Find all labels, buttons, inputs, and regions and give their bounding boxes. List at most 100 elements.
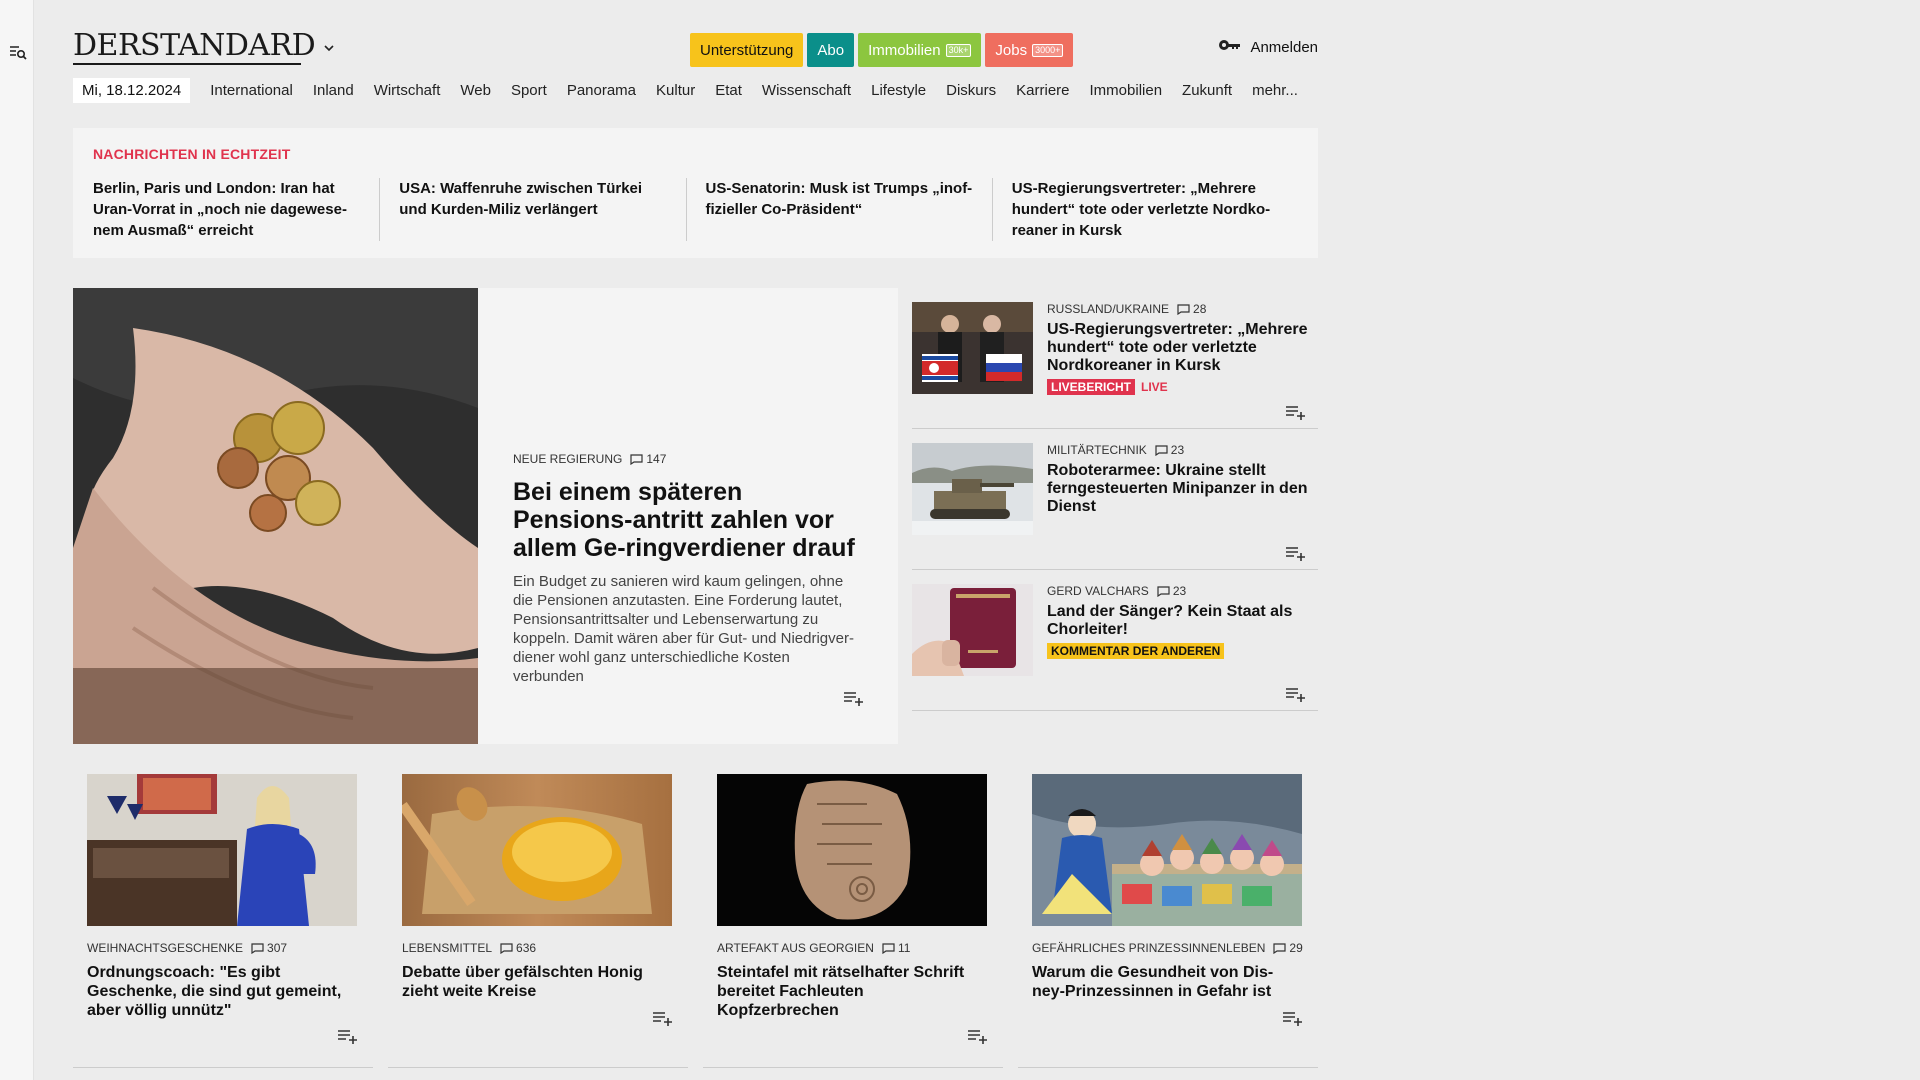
read-later-icon[interactable] (1282, 1010, 1304, 1026)
immobilien-badge: 30k+ (945, 43, 972, 57)
abo-button[interactable]: Abo (807, 33, 855, 67)
hero-teaser: Ein Budget zu sanieren wird kaum gelinge… (513, 573, 854, 685)
teaser-card[interactable]: ARTEFAKT AUS GEORGIEN 11 Steintafel mit … (703, 774, 1003, 1068)
read-later-icon[interactable] (843, 690, 865, 706)
date-pill: Mi, 18.12.2024 (73, 77, 191, 103)
kommentar-badge: KOMMENTAR DER ANDEREN (1047, 643, 1225, 659)
teaser-card[interactable]: WEIHNACHTSGESCHENKE 307 Ordnungscoach: "… (73, 774, 373, 1068)
side-article-list: RUSSLAND/UKRAINE 28 US-Regierungsvertret… (912, 288, 1318, 711)
card-kicker-label[interactable]: WEIHNACHTSGESCHENKE (87, 941, 243, 955)
menu-search-icon[interactable] (8, 42, 28, 62)
card-kicker-label[interactable]: GEFÄHRLICHES PRINZESSINNENLEBEN (1032, 941, 1265, 955)
side-text: GERD VALCHARS 23 Land der Sänger? Kein S… (1047, 584, 1317, 659)
card-kicker-label[interactable]: ARTEFAKT AUS GEORGIEN (717, 941, 874, 955)
comments-count[interactable]: 11 (882, 941, 910, 955)
card-image-ordnungscoach[interactable] (87, 774, 357, 926)
side-kicker-label[interactable]: GERD VALCHARS (1047, 584, 1149, 598)
nav-item-wirtschaft[interactable]: Wirtschaft (374, 82, 441, 99)
live-tags: LIVEBERICHT LIVE (1047, 375, 1317, 395)
teaser-row: WEIHNACHTSGESCHENKE 307 Ordnungscoach: "… (73, 774, 1318, 1068)
nav-item-mehr[interactable]: mehr... (1252, 82, 1298, 99)
nav-item-lifestyle[interactable]: Lifestyle (871, 82, 926, 99)
nav-item-diskurs[interactable]: Diskurs (946, 82, 996, 99)
card-image-stone-tablet[interactable] (717, 774, 987, 926)
card-kicker: GEFÄHRLICHES PRINZESSINNENLEBEN 29 (1032, 941, 1304, 955)
realtime-item[interactable]: US-Regierungsvertreter: „Mehrere hundert… (991, 178, 1298, 241)
nav-item-web[interactable]: Web (460, 82, 491, 99)
comments-count[interactable]: 636 (500, 941, 536, 955)
nav-item-wissenschaft[interactable]: Wissenschaft (762, 82, 851, 99)
support-button[interactable]: Unterstützung (690, 33, 804, 67)
comments-number: 23 (1170, 443, 1185, 457)
realtime-item[interactable]: Berlin, Paris und London: Iran hat Uran-… (93, 178, 379, 241)
comments-count[interactable]: 307 (251, 941, 287, 955)
comments-count[interactable]: 147 (630, 452, 666, 466)
login-button[interactable]: Anmelden (1218, 38, 1318, 56)
side-title[interactable]: Roboterarmee: Ukraine stellt ferngesteue… (1047, 462, 1317, 516)
realtime-news-box: NACHRICHTEN IN ECHTZEIT Berlin, Paris un… (73, 128, 1318, 258)
comments-count[interactable]: 28 (1177, 302, 1206, 316)
header: DERSTANDARD Unterstützung Abo Immobilien… (73, 0, 1318, 70)
hero-image-coins-hand[interactable] (73, 288, 478, 744)
read-later-icon[interactable] (967, 1028, 989, 1044)
side-kicker-label[interactable]: RUSSLAND/UKRAINE (1047, 302, 1169, 316)
side-article[interactable]: RUSSLAND/UKRAINE 28 US-Regierungsvertret… (912, 288, 1318, 429)
teaser-card[interactable]: GEFÄHRLICHES PRINZESSINNENLEBEN 29 Warum… (1018, 774, 1318, 1068)
read-later-icon[interactable] (1285, 686, 1307, 702)
jobs-label: Jobs (995, 41, 1028, 59)
card-title[interactable]: Ordnungscoach: "Es gibt Geschenke, die s… (87, 963, 359, 1020)
read-later-icon[interactable] (1285, 404, 1307, 420)
hero-title[interactable]: Bei einem späteren Pensions-antritt zahl… (513, 478, 858, 562)
side-article[interactable]: GERD VALCHARS 23 Land der Sänger? Kein S… (912, 570, 1318, 711)
nav-item-immobilien[interactable]: Immobilien (1090, 82, 1163, 99)
side-title[interactable]: Land der Sänger? Kein Staat als Chorleit… (1047, 603, 1317, 639)
chevron-down-icon[interactable] (321, 40, 337, 56)
livebericht-badge: LIVEBERICHT (1047, 379, 1136, 395)
comments-count[interactable]: 23 (1157, 584, 1186, 598)
comments-number: 307 (267, 941, 288, 955)
left-rail (0, 0, 34, 1080)
logo[interactable]: DERSTANDARD (73, 29, 316, 63)
card-title[interactable]: Steintafel mit rätselhafter Schrift bere… (717, 963, 989, 1020)
side-image-robot-tank[interactable] (912, 443, 1033, 535)
immobilien-button[interactable]: Immobilien 30k+ (858, 33, 982, 67)
card-image-honey[interactable] (402, 774, 672, 926)
comments-number: 11 (897, 941, 911, 955)
nav-item-panorama[interactable]: Panorama (567, 82, 636, 99)
jobs-button[interactable]: Jobs 3000+ (985, 33, 1074, 67)
read-later-icon[interactable] (652, 1010, 674, 1026)
nav-item-international[interactable]: International (210, 82, 293, 99)
nav-item-inland[interactable]: Inland (313, 82, 354, 99)
nav-item-kultur[interactable]: Kultur (656, 82, 695, 99)
side-image-kim-putin[interactable] (912, 302, 1033, 394)
side-article[interactable]: MILITÄRTECHNIK 23 Roboterarmee: Ukraine … (912, 429, 1318, 570)
teaser-card[interactable]: LEBENSMITTEL 636 Debatte über gefälschte… (388, 774, 688, 1068)
side-title[interactable]: US-Regierungsvertreter: „Mehrere hundert… (1047, 321, 1317, 375)
comment-icon (1273, 941, 1286, 955)
realtime-list: Berlin, Paris und London: Iran hat Uran-… (93, 178, 1298, 241)
card-image-snow-white[interactable] (1032, 774, 1302, 926)
nav-item-zukunft[interactable]: Zukunft (1182, 82, 1232, 99)
realtime-item[interactable]: US-Senatorin: Musk ist Trumps „inof-fizi… (685, 178, 992, 241)
card-title[interactable]: Debatte über gefälschten Honig zieht wei… (402, 963, 674, 1001)
logo-underline (73, 63, 301, 65)
card-kicker: ARTEFAKT AUS GEORGIEN 11 (717, 941, 989, 955)
card-title[interactable]: Warum die Gesundheit von Dis-ney-Prinzes… (1032, 963, 1304, 1001)
nav-item-karriere[interactable]: Karriere (1016, 82, 1069, 99)
comments-number: 29 (1289, 941, 1303, 955)
realtime-item[interactable]: USA: Waffenruhe zwischen Türkei und Kurd… (379, 178, 685, 241)
nav-item-etat[interactable]: Etat (715, 82, 742, 99)
comments-number: 147 (646, 452, 667, 466)
side-kicker-label[interactable]: MILITÄRTECHNIK (1047, 443, 1147, 457)
hero-article[interactable]: NEUE REGIERUNG 147 Bei einem späteren Pe… (73, 288, 898, 744)
side-kicker: MILITÄRTECHNIK 23 (1047, 443, 1317, 457)
nav-item-sport[interactable]: Sport (511, 82, 547, 99)
card-kicker-label[interactable]: LEBENSMITTEL (402, 941, 492, 955)
hero-kicker-label[interactable]: NEUE REGIERUNG (513, 452, 622, 466)
read-later-icon[interactable] (1285, 545, 1307, 561)
hero-kicker: NEUE REGIERUNG 147 (513, 452, 858, 466)
read-later-icon[interactable] (337, 1028, 359, 1044)
comments-count[interactable]: 29 (1273, 941, 1303, 955)
side-image-passport[interactable] (912, 584, 1033, 676)
comments-count[interactable]: 23 (1155, 443, 1184, 457)
